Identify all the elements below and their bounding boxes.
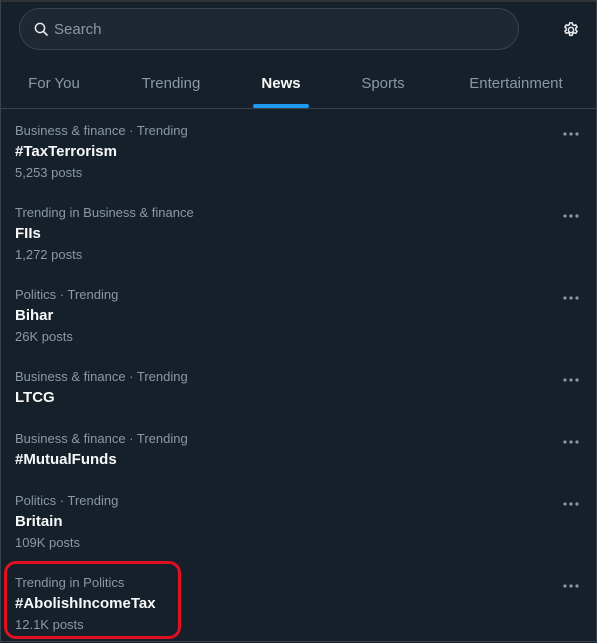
more-dots-icon xyxy=(563,296,579,300)
more-button[interactable] xyxy=(559,368,583,392)
tab-label: Trending xyxy=(141,74,201,92)
trend-post-count: 1,272 posts xyxy=(15,247,83,262)
trend-context: Business & finance · Trending xyxy=(15,123,188,138)
tab-trending[interactable]: Trending xyxy=(128,58,214,108)
trend-context: Politics · Trending xyxy=(15,493,119,508)
trend-item[interactable]: Business & finance · Trending #MutualFun… xyxy=(1,420,596,480)
trend-item[interactable]: Politics · Trending Britain 109K posts xyxy=(1,482,596,562)
active-tab-indicator xyxy=(253,104,309,108)
explore-panel: For You Trending News Sports Entertainme… xyxy=(0,0,597,642)
more-dots-icon xyxy=(563,132,579,136)
trend-title: #TaxTerrorism xyxy=(15,143,117,160)
more-button[interactable] xyxy=(559,122,583,146)
highlight-annotation xyxy=(4,561,181,639)
more-dots-icon xyxy=(563,378,579,382)
trend-post-count: 5,253 posts xyxy=(15,165,83,180)
gear-icon xyxy=(563,22,579,37)
trend-context: Politics · Trending xyxy=(15,287,119,302)
more-button[interactable] xyxy=(559,430,583,454)
more-dots-icon xyxy=(563,440,579,444)
more-button[interactable] xyxy=(559,492,583,516)
trend-title: FIIs xyxy=(15,225,41,242)
tab-label: News xyxy=(261,74,301,92)
search-box[interactable] xyxy=(19,8,519,50)
top-border xyxy=(1,0,596,2)
trend-item[interactable]: Business & finance · Trending #TaxTerror… xyxy=(1,112,596,192)
trend-post-count: 26K posts xyxy=(15,329,73,344)
tab-for-you[interactable]: For You xyxy=(13,58,95,108)
trend-title: LTCG xyxy=(15,389,55,406)
trend-title: #MutualFunds xyxy=(15,451,117,468)
more-button[interactable] xyxy=(559,204,583,228)
more-button[interactable] xyxy=(559,286,583,310)
tab-label: Sports xyxy=(361,74,405,92)
search-input[interactable] xyxy=(54,20,474,38)
settings-button[interactable] xyxy=(561,20,581,40)
more-dots-icon xyxy=(563,502,579,506)
trend-post-count: 109K posts xyxy=(15,535,81,550)
tab-sports[interactable]: Sports xyxy=(346,58,420,108)
trend-item[interactable]: Business & finance · Trending LTCG xyxy=(1,358,596,418)
trend-context: Trending in Business & finance xyxy=(15,205,194,220)
trend-item[interactable]: Trending in Business & finance FIIs 1,27… xyxy=(1,194,596,274)
tab-label: Entertainment xyxy=(469,74,563,92)
explore-tabs: For You Trending News Sports Entertainme… xyxy=(1,58,596,109)
more-dots-icon xyxy=(563,214,579,218)
trend-item[interactable]: Politics · Trending Bihar 26K posts xyxy=(1,276,596,356)
more-button[interactable] xyxy=(559,574,583,598)
trend-context: Business & finance · Trending xyxy=(15,431,188,446)
trend-context: Business & finance · Trending xyxy=(15,369,188,384)
tab-news[interactable]: News xyxy=(253,58,309,108)
tab-label: For You xyxy=(28,74,80,92)
trend-title: Bihar xyxy=(15,307,54,324)
tab-entertainment[interactable]: Entertainment xyxy=(456,58,576,108)
search-icon xyxy=(34,22,48,36)
trend-title: Britain xyxy=(15,513,63,530)
more-dots-icon xyxy=(563,584,579,588)
